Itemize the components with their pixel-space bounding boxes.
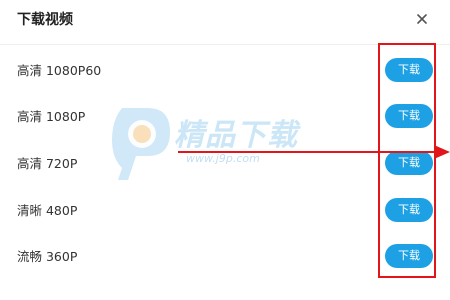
quality-row-720p: 高清 720P 下载 [0,141,450,187]
dialog-title: 下载视频 [17,12,73,28]
quality-label: 高清 1080P60 [17,63,102,78]
download-button-1080p60[interactable]: 下载 [385,58,433,82]
quality-row-480p: 清晰 480P 下载 [0,188,450,234]
quality-label: 高清 720P [17,156,78,171]
download-button-720p[interactable]: 下载 [385,151,433,175]
download-button-480p[interactable]: 下载 [385,198,433,222]
quality-label: 清晰 480P [17,203,78,218]
download-button-360p[interactable]: 下载 [385,244,433,268]
quality-row-360p: 流畅 360P 下载 [0,234,450,280]
download-button-1080p[interactable]: 下载 [385,104,433,128]
download-video-dialog: 下载视频 高清 1080P60 下载 高清 1080P 下载 高清 720P 下… [0,0,450,300]
dialog-header: 下载视频 [0,0,450,45]
quality-label: 高清 1080P [17,109,86,124]
close-icon [417,14,427,24]
quality-label: 流畅 360P [17,249,78,264]
quality-row-1080p60: 高清 1080P60 下载 [0,48,450,94]
quality-row-1080p: 高清 1080P 下载 [0,94,450,140]
close-button[interactable] [411,8,433,30]
